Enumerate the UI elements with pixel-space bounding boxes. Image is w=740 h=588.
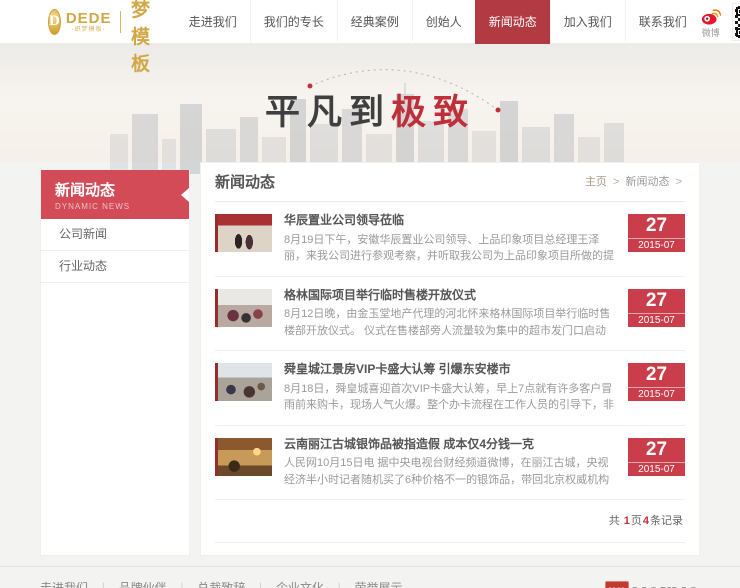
site-logo[interactable]: D DEDE -织梦模板- 织梦模板 [48, 0, 166, 76]
panel-header: 新闻动态 主页 > 新闻动态 > [215, 163, 685, 202]
news-description: 8月12日晚，由金玉堂地产代理的河北怀来格林国际项目举行临时售楼部开放仪式。 仪… [284, 306, 616, 339]
footer-link-separator: | [102, 582, 105, 588]
content-wrapper: 新闻动态 DYNAMIC NEWS 公司新闻 行业动态 新闻动态 主页 > 新闻… [40, 162, 700, 556]
breadcrumb-separator: > [676, 176, 682, 188]
news-thumbnail [215, 289, 272, 327]
main-nav: 走进我们 我们的专长 经典案例 创始人 新闻动态 加入我们 联系我们 [176, 0, 700, 44]
news-thumbnail-image [218, 289, 272, 327]
footer-link-separator: | [259, 582, 262, 588]
breadcrumb-separator: > [613, 176, 619, 188]
banner-title: 平凡到极致 [0, 84, 740, 135]
news-thumbnail [215, 438, 272, 476]
news-date-day: 27 [628, 214, 685, 239]
news-date-badge: 27 2015-07 [628, 214, 685, 252]
news-list-item[interactable]: 云南丽江古城银饰品被指造假 成本仅4分钱一克 人民网10月15日电 据中央电视台… [215, 426, 685, 501]
news-date-month: 2015-07 [628, 463, 685, 476]
news-thumbnail-image [218, 438, 272, 476]
news-description: 人民网10月15日电 据中央电视台财经频道微博，在丽江古城，央视经济半小时记者随… [284, 455, 616, 488]
main-panel: 新闻动态 主页 > 新闻动态 > 华辰置业公司领导莅临 8月19日下午，安徽华辰… [200, 162, 700, 556]
page-title: 新闻动态 [215, 171, 275, 192]
news-text-block: 云南丽江古城银饰品被指造假 成本仅4分钱一克 人民网10月15日电 据中央电视台… [272, 437, 628, 489]
nav-item[interactable]: 创始人 [412, 0, 475, 44]
brand-text-block: DEDE -织梦模板- [66, 11, 112, 33]
sidebar-subtitle: DYNAMIC NEWS [55, 202, 175, 211]
news-date-day: 27 [628, 289, 685, 314]
nav-item[interactable]: 我们的专长 [250, 0, 337, 44]
sidebar-arrow-icon [181, 188, 189, 202]
breadcrumb-home-link[interactable]: 主页 [585, 176, 607, 188]
site-footer: 走进我们 | 品牌伙伴 | 总裁致辞 | 企业文化 | 荣誉展示 Copyrig… [0, 566, 740, 588]
news-date-badge: 27 2015-07 [628, 289, 685, 327]
news-date-badge: 27 2015-07 [628, 438, 685, 476]
sidebar: 新闻动态 DYNAMIC NEWS 公司新闻 行业动态 [40, 170, 190, 556]
breadcrumb: 主页 > 新闻动态 > [585, 173, 685, 189]
news-date-day: 27 [628, 438, 685, 463]
footer-link[interactable]: 荣誉展示 [355, 579, 403, 588]
news-thumbnail-image [218, 363, 272, 401]
news-date-month: 2015-07 [628, 239, 685, 252]
news-list: 华辰置业公司领导莅临 8月19日下午，安徽华辰置业公司领导、上品印象项目总经理王… [215, 202, 685, 500]
brand-subtitle: -织梦模板- [66, 27, 112, 33]
footer-link[interactable]: 走进我们 [40, 579, 88, 588]
nav-item[interactable]: 新闻动态 [475, 0, 550, 44]
sidebar-menu: 公司新闻 行业动态 [41, 219, 189, 283]
weibo-icon [700, 5, 722, 27]
news-date-badge: 27 2015-07 [628, 363, 685, 401]
pagination: 共 1页4条记录 [215, 500, 685, 543]
seal-stamp-icon: 某某 [605, 581, 629, 588]
news-date-month: 2015-07 [628, 314, 685, 327]
news-text-block: 舜皇城江景房VIP卡盛大认筹 引爆东安楼市 8月18日，舜皇城喜迎首次VIP卡盛… [272, 362, 628, 414]
sidebar-header: 新闻动态 DYNAMIC NEWS [41, 170, 189, 219]
footer-link[interactable]: 品牌伙伴 [119, 579, 167, 588]
nav-item[interactable]: 加入我们 [550, 0, 625, 44]
weibo-label: 微博 [702, 29, 720, 38]
news-title-link[interactable]: 格林国际项目举行临时售楼开放仪式 [284, 288, 616, 304]
news-thumbnail [215, 214, 272, 252]
sidebar-menu-item[interactable]: 公司新闻 [41, 219, 189, 251]
news-thumbnail [215, 363, 272, 401]
pagination-record-label: 条记录 [650, 515, 683, 527]
weibo-link[interactable]: 微博 [700, 5, 722, 38]
news-date-day: 27 [628, 363, 685, 388]
brand-name: DEDE [66, 11, 112, 26]
sidebar-menu-item[interactable]: 行业动态 [41, 251, 189, 283]
breadcrumb-current: 新闻动态 [626, 176, 670, 188]
news-list-item[interactable]: 舜皇城江景房VIP卡盛大认筹 引爆东安楼市 8月18日，舜皇城喜迎首次VIP卡盛… [215, 351, 685, 426]
footer-logo: 某某 MOUMO [605, 581, 700, 588]
news-list-item[interactable]: 华辰置业公司领导莅临 8月19日下午，安徽华辰置业公司领导、上品印象项目总经理王… [215, 202, 685, 277]
qr-code [732, 3, 740, 41]
sidebar-title: 新闻动态 [55, 179, 175, 200]
news-thumbnail-image [218, 214, 272, 252]
news-title-link[interactable]: 舜皇城江景房VIP卡盛大认筹 引爆东安楼市 [284, 362, 616, 378]
news-date-month: 2015-07 [628, 388, 685, 401]
pagination-prefix: 共 [609, 515, 623, 527]
banner-title-accent: 极致 [391, 93, 475, 132]
news-text-block: 华辰置业公司领导莅临 8月19日下午，安徽华辰置业公司领导、上品印象项目总经理王… [272, 213, 628, 265]
footer-links: 走进我们 | 品牌伙伴 | 总裁致辞 | 企业文化 | 荣誉展示 [40, 579, 700, 588]
news-description: 8月19日下午，安徽华辰置业公司领导、上品印象项目总经理王泽丽，来我公司进行参观… [284, 232, 616, 265]
news-list-item[interactable]: 格林国际项目举行临时售楼开放仪式 8月12日晚，由金玉堂地产代理的河北怀来格林国… [215, 277, 685, 352]
pagination-record-count: 4 [643, 515, 649, 527]
footer-link[interactable]: 企业文化 [276, 579, 324, 588]
qr-finder-icon [736, 28, 740, 37]
footer-link-separator: | [338, 582, 341, 588]
footer-link-separator: | [181, 582, 184, 588]
qr-finder-icon [736, 7, 740, 16]
nav-item[interactable]: 走进我们 [176, 0, 250, 44]
pagination-page-count: 1 [624, 515, 630, 527]
pagination-page-label: 页 [631, 515, 642, 527]
brand-chinese-name: 织梦模板 [131, 0, 166, 76]
news-title-link[interactable]: 华辰置业公司领导莅临 [284, 213, 616, 229]
nav-item[interactable]: 联系我们 [625, 0, 700, 44]
site-header: D DEDE -织梦模板- 织梦模板 走进我们 我们的专长 经典案例 创始人 新… [0, 0, 740, 44]
news-title-link[interactable]: 云南丽江古城银饰品被指造假 成本仅4分钱一克 [284, 437, 616, 453]
nav-item[interactable]: 经典案例 [337, 0, 412, 44]
header-social: 微博 [700, 3, 740, 41]
news-description: 8月18日，舜皇城喜迎首次VIP卡盛大认筹，早上7点就有许多客户冒雨前来购卡，现… [284, 381, 616, 414]
footer-link[interactable]: 总裁致辞 [197, 579, 245, 588]
banner-title-normal: 平凡到 [265, 93, 391, 132]
news-text-block: 格林国际项目举行临时售楼开放仪式 8月12日晚，由金玉堂地产代理的河北怀来格林国… [272, 288, 628, 340]
coin-logo-icon: D [48, 9, 61, 35]
